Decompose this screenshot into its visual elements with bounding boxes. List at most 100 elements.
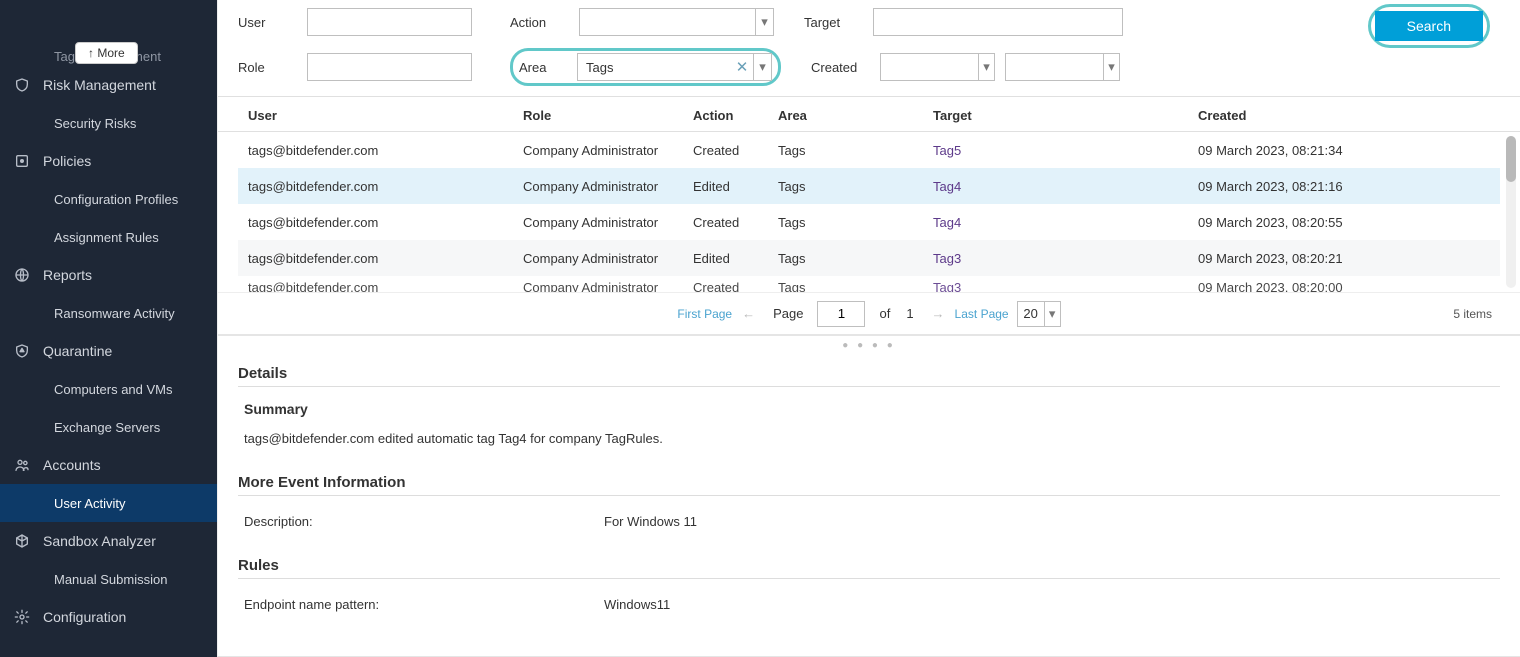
next-arrow-icon[interactable]: → [932,306,945,321]
sidebar-item-label: Reports [43,267,92,283]
clear-icon[interactable]: ✕ [731,58,753,76]
cell-target: Tag3 [933,280,1198,293]
cell-role: Company Administrator [523,215,693,230]
chevron-down-icon[interactable]: ▾ [978,54,994,80]
col-target[interactable]: Target [933,108,1198,123]
cell-target: Tag3 [933,251,1198,266]
cell-target: Tag5 [933,143,1198,158]
chevron-down-icon[interactable]: ▾ [1044,302,1060,326]
filter-bar: User Action ▾ Target Role Area Tags ✕ ▾ [218,0,1520,96]
cell-action: Created [693,143,778,158]
filter-target-input[interactable] [873,8,1123,36]
last-page-link[interactable]: Last Page [955,307,1009,321]
filter-created-to[interactable]: ▾ [1005,53,1120,81]
filter-action-select[interactable]: ▾ [579,8,774,36]
sidebar-item-exchange-servers[interactable]: Exchange Servers [0,408,217,446]
cell-action: Created [693,215,778,230]
page-label: Page [773,306,803,321]
filter-action-label: Action [510,15,565,30]
sidebar-item-label: Ransomware Activity [54,306,175,321]
rules-heading: Rules [238,557,1500,579]
first-page-link[interactable]: First Page [677,307,732,321]
page-size-select[interactable]: 20 ▾ [1017,301,1061,327]
sidebar-item-risk-management[interactable]: Risk Management [0,66,217,104]
sidebar-item-label: Quarantine [43,343,112,359]
cube-icon [13,532,31,550]
page-input[interactable] [817,301,865,327]
filter-area-select[interactable]: Tags ✕ ▾ [577,53,772,81]
sidebar-item-label: Policies [43,153,91,169]
chevron-down-icon[interactable]: ▾ [755,9,773,35]
col-role[interactable]: Role [523,108,693,123]
cell-user: tags@bitdefender.com [248,215,523,230]
chevron-down-icon[interactable]: ▾ [1103,54,1119,80]
cell-action: Edited [693,251,778,266]
table-row[interactable]: tags@bitdefender.comCompany Administrato… [238,132,1500,168]
sidebar-item-label: Configuration Profiles [54,192,178,207]
search-button-highlight: Search [1368,4,1490,48]
pattern-label: Endpoint name pattern: [244,597,604,612]
table-row[interactable]: tags@bitdefender.comCompany Administrato… [238,276,1500,292]
sidebar-item-configuration-profiles[interactable]: Configuration Profiles [0,180,217,218]
sidebar-item-quarantine[interactable]: Quarantine [0,332,217,370]
table-row[interactable]: tags@bitdefender.comCompany Administrato… [238,204,1500,240]
details-heading: Details [238,365,1500,387]
sidebar-item-label: Security Risks [54,116,136,131]
cell-area: Tags [778,179,933,194]
chevron-down-icon[interactable]: ▾ [753,54,771,80]
cell-user: tags@bitdefender.com [248,280,523,293]
globe-icon [13,266,31,284]
sidebar-item-policies[interactable]: Policies [0,142,217,180]
col-user[interactable]: User [248,108,523,123]
sidebar-item-label: User Activity [54,496,126,511]
col-created[interactable]: Created [1198,108,1494,123]
sidebar-item-computers-and-vms[interactable]: Computers and VMs [0,370,217,408]
table-header: User Role Action Area Target Created [218,96,1520,132]
pattern-value: Windows11 [604,597,670,612]
prev-arrow-icon[interactable]: ← [742,306,755,321]
package-icon [13,152,31,170]
description-label: Description: [244,514,604,529]
main-panel: Search User Action ▾ Target Role Area Ta… [217,0,1520,657]
table-row[interactable]: tags@bitdefender.comCompany Administrato… [238,240,1500,276]
filter-user-input[interactable] [307,8,472,36]
filter-created-from[interactable]: ▾ [880,53,995,81]
filter-area-highlight: Area Tags ✕ ▾ [510,48,781,86]
summary-heading: Summary [244,401,1500,417]
sidebar-item-security-risks[interactable]: Security Risks [0,104,217,142]
sidebar-item-label: Assignment Rules [54,230,159,245]
cell-target: Tag4 [933,215,1198,230]
table-body: tags@bitdefender.comCompany Administrato… [238,132,1500,292]
sidebar: ↑ More Tags ManagementRisk ManagementSec… [0,0,217,657]
search-button[interactable]: Search [1375,11,1483,41]
col-area[interactable]: Area [778,108,933,123]
more-button[interactable]: ↑ More [75,42,138,64]
cell-action: Edited [693,179,778,194]
col-action[interactable]: Action [693,108,778,123]
scrollbar-thumb[interactable] [1506,136,1516,182]
cell-role: Company Administrator [523,280,693,293]
cell-role: Company Administrator [523,251,693,266]
scrollbar[interactable] [1506,136,1516,288]
sidebar-item-accounts[interactable]: Accounts [0,446,217,484]
gear-icon [13,608,31,626]
more-event-heading: More Event Information [238,474,1500,496]
sidebar-item-reports[interactable]: Reports [0,256,217,294]
filter-role-input[interactable] [307,53,472,81]
cell-area: Tags [778,215,933,230]
arrow-up-icon: ↑ [88,46,94,60]
sidebar-item-user-activity[interactable]: User Activity [0,484,217,522]
filter-target-label: Target [804,15,859,30]
filter-created-label: Created [811,60,866,75]
summary-text: tags@bitdefender.com edited automatic ta… [244,431,663,446]
resize-handle-icon[interactable]: ● ● ● ● [218,336,1520,355]
sidebar-item-configuration[interactable]: Configuration [0,598,217,636]
sidebar-item-label: Risk Management [43,77,156,93]
sidebar-item-ransomware-activity[interactable]: Ransomware Activity [0,294,217,332]
sidebar-item-sandbox-analyzer[interactable]: Sandbox Analyzer [0,522,217,560]
table-row[interactable]: tags@bitdefender.comCompany Administrato… [238,168,1500,204]
sidebar-item-assignment-rules[interactable]: Assignment Rules [0,218,217,256]
cell-role: Company Administrator [523,143,693,158]
sidebar-item-manual-submission[interactable]: Manual Submission [0,560,217,598]
cell-user: tags@bitdefender.com [248,143,523,158]
